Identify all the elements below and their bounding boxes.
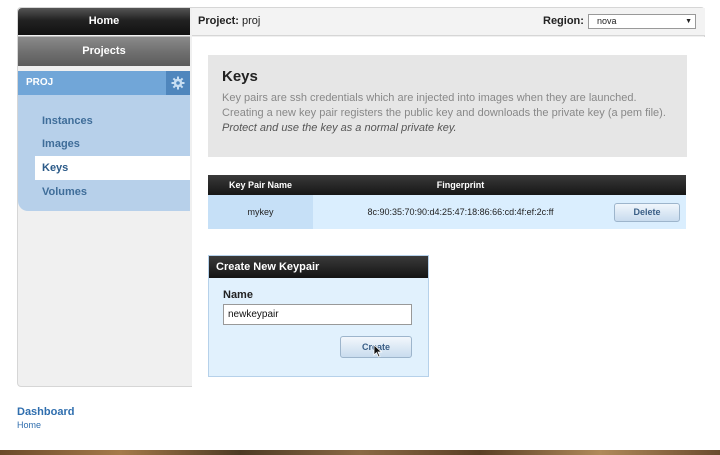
region-value: nova [597,16,617,26]
project-value: proj [242,15,261,27]
table-header-row: Key Pair Name Fingerprint [208,175,686,195]
mouse-pointer-icon [373,344,383,358]
project-header: PROJ [18,71,190,95]
sidebar-item-volumes[interactable]: Volumes [35,180,190,204]
column-header-actions [608,175,686,195]
fingerprint-cell: 8c:90:35:70:90:d4:25:47:18:86:66:cd:4f:e… [313,195,608,229]
sidebar: Home Projects PROJ Instances Images Keys… [18,8,190,211]
gear-icon[interactable] [166,71,190,95]
desktop-wallpaper-strip [0,450,720,455]
info-box: Keys Key pairs are ssh credentials which… [208,55,687,157]
table-row: mykey 8c:90:35:70:90:d4:25:47:18:86:66:c… [208,195,686,229]
project-label: Project: [198,15,239,27]
keypair-name-cell: mykey [208,195,313,229]
keypairs-table: Key Pair Name Fingerprint mykey 8c:90:35… [208,175,686,229]
nav-home-button[interactable]: Home [18,8,190,35]
region-select[interactable]: nova ▼ [588,14,696,29]
column-header-name: Key Pair Name [208,175,313,195]
sidebar-item-images[interactable]: Images [35,132,190,156]
create-keypair-panel: Create New Keypair Name newkeypair Creat… [208,255,429,377]
chevron-down-icon: ▼ [685,18,692,25]
column-header-fingerprint: Fingerprint [313,175,608,195]
info-text-1: Key pairs are ssh credentials which are … [222,92,637,104]
footer-home-link[interactable]: Home [17,420,41,430]
sidebar-item-instances[interactable]: Instances [35,109,190,133]
project-indicator: Project: proj [198,15,260,27]
info-text-2: Creating a new key pair registers the pu… [222,107,666,119]
project-panel: PROJ Instances Images Keys Volumes [18,71,190,211]
delete-button[interactable]: Delete [614,202,680,222]
name-label: Name [223,289,253,301]
nav-projects-button[interactable]: Projects [18,36,190,66]
region-label: Region: [543,15,584,27]
dashboard-container: Home Projects PROJ Instances Images Keys… [17,7,705,387]
footer-dashboard-title: Dashboard [17,406,75,418]
sidebar-item-keys[interactable]: Keys [35,156,190,180]
info-text-3: Protect and use the key as a normal priv… [222,122,457,134]
name-input[interactable]: newkeypair [223,304,412,325]
main-content: Keys Key pairs are ssh credentials which… [192,37,705,387]
create-keypair-title: Create New Keypair [209,256,428,278]
actions-cell: Delete [608,195,686,229]
page-title: Keys [222,68,258,85]
top-bar: Project: proj Region: nova ▼ [192,8,705,36]
project-name: PROJ [26,77,54,88]
